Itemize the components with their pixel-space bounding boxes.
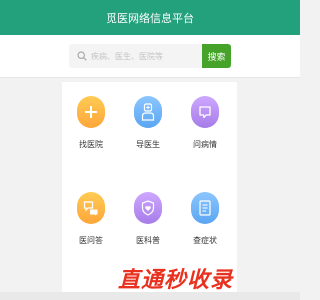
search-button[interactable]: 搜索	[202, 44, 231, 68]
service-guide-doctor[interactable]: 导医生	[123, 82, 173, 152]
search-icon	[77, 51, 87, 61]
service-label: 导医生	[136, 140, 160, 149]
service-grid: 找医院 导医生 问病情 医问答 医科普 查症状	[62, 82, 237, 292]
service-health-science[interactable]: 医科普	[123, 178, 173, 248]
search-bar	[0, 35, 300, 78]
page-title: 觅医网络信息平台	[106, 11, 194, 25]
service-label: 医科普	[136, 236, 160, 245]
plus-icon	[77, 96, 105, 128]
watermark-text: 直通秒收录	[118, 268, 234, 293]
service-find-hospital[interactable]: 找医院	[66, 82, 116, 152]
service-ask-condition[interactable]: 问病情	[180, 82, 230, 152]
heart-shield-icon	[134, 192, 162, 224]
service-check-symptoms[interactable]: 查症状	[180, 178, 230, 248]
service-label: 找医院	[79, 140, 103, 149]
service-label: 医问答	[79, 236, 103, 245]
chat-icon	[191, 96, 219, 128]
search-input[interactable]	[91, 51, 191, 61]
search-field[interactable]	[69, 44, 202, 68]
qa-icon	[77, 192, 105, 224]
service-medical-qa[interactable]: 医问答	[66, 178, 116, 248]
service-label: 查症状	[193, 236, 217, 245]
doctor-icon	[134, 96, 162, 128]
service-label: 问病情	[193, 140, 217, 149]
document-icon	[191, 192, 219, 224]
app-header: 觅医网络信息平台	[0, 0, 300, 35]
